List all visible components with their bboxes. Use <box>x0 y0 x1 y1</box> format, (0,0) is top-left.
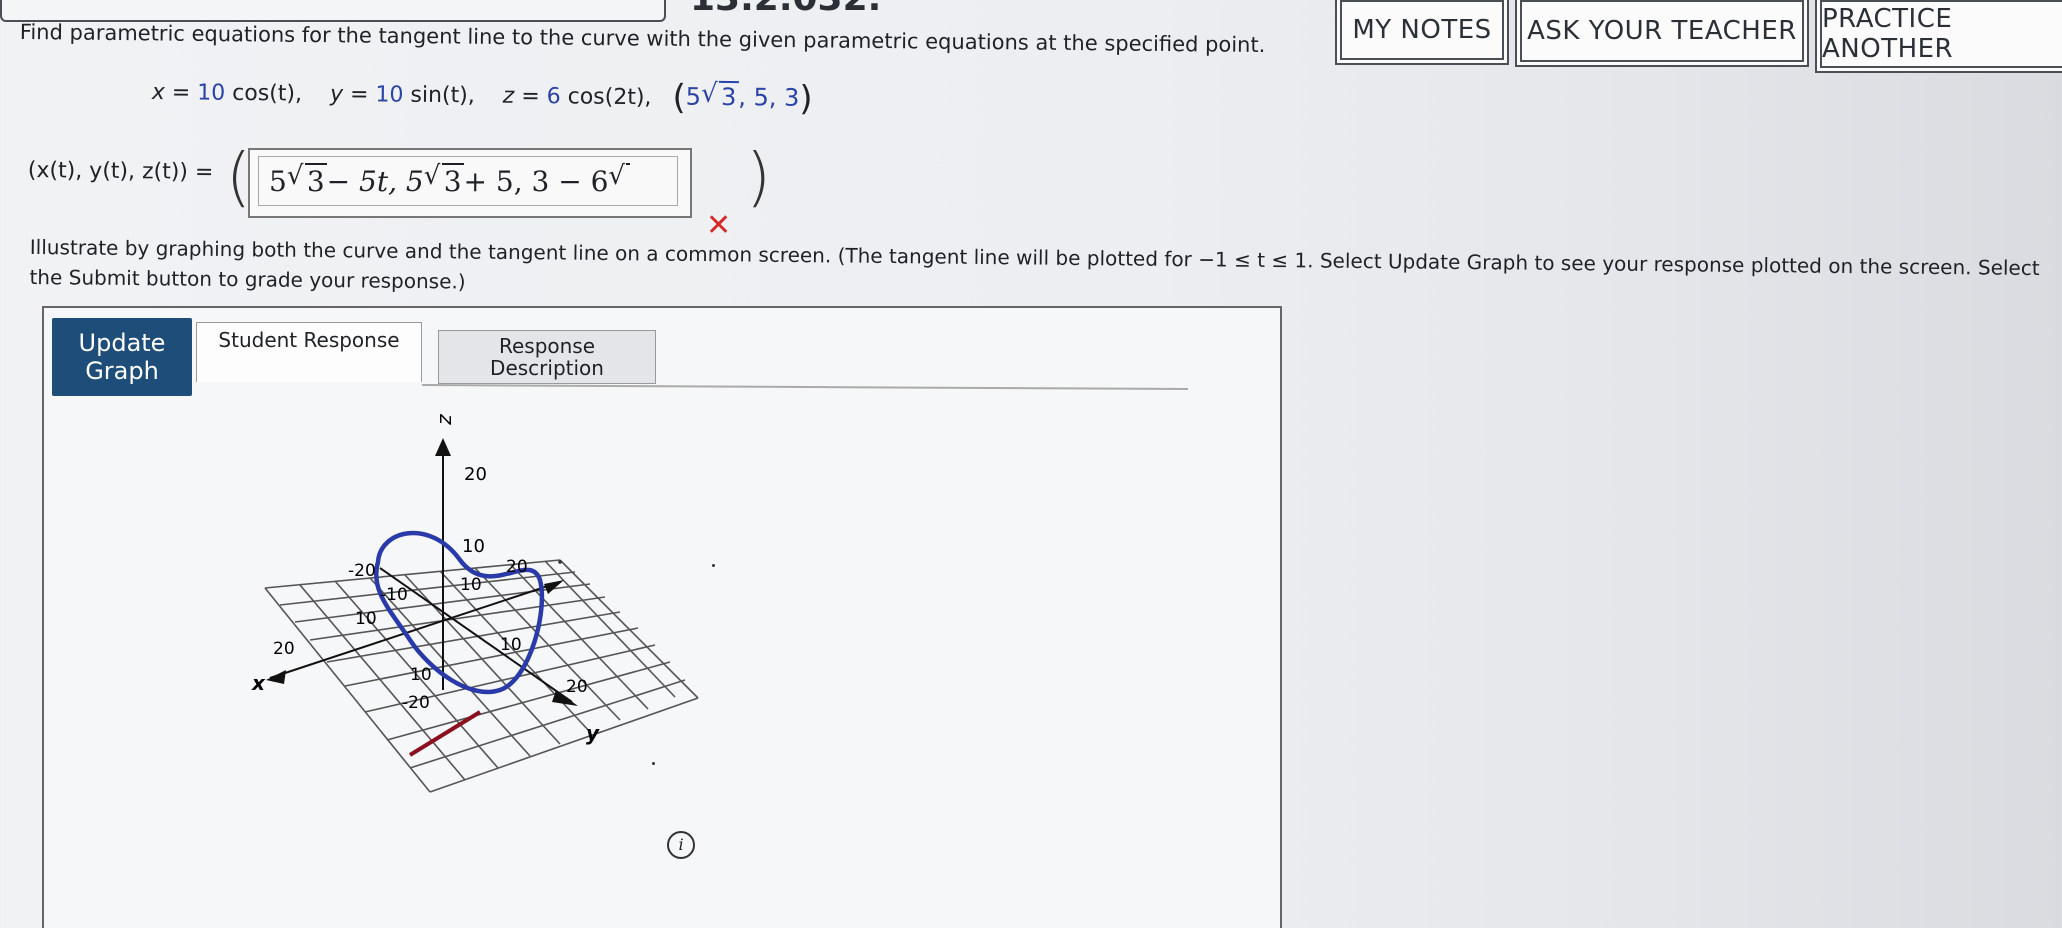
marker-dot <box>712 564 715 567</box>
z-axis-arrow <box>435 438 451 456</box>
marker-dot <box>652 762 655 765</box>
grid-tick: 10 <box>460 575 482 595</box>
z-tick: 20 <box>464 464 487 485</box>
y-axis-label: y <box>586 721 600 745</box>
problem-number: 13.2.032. <box>690 0 881 19</box>
grid-dot <box>558 560 562 564</box>
eq-z: z = 6 cos(2t), <box>502 83 652 111</box>
answer-input-frame: 53 − 5t, 53 + 5, 3 − 6 <box>248 148 692 218</box>
grid-tick: 20 <box>273 639 295 659</box>
grid-tick: -10 <box>380 585 408 605</box>
eq-y: y = 10 sin(t), <box>329 81 475 109</box>
z-tick: 10 <box>462 536 485 557</box>
grid-tick: 20 <box>506 557 528 577</box>
my-notes-button[interactable]: MY NOTES <box>1340 0 1504 60</box>
tab-student-response[interactable]: Student Response <box>196 322 422 382</box>
update-graph-button[interactable]: Update Graph <box>52 318 192 396</box>
grid-tick: -20 <box>402 693 430 713</box>
grid-tick: 10 <box>410 665 432 685</box>
close-paren: ) <box>746 141 771 215</box>
graph-canvas[interactable]: z x y 20 10 -20 -10 10 20 20 10 10 -20 1… <box>230 400 710 820</box>
answer-label: (x(t), y(t), z(t)) = <box>27 158 214 185</box>
info-icon[interactable]: i <box>667 831 695 859</box>
x-axis-label: x <box>251 671 266 695</box>
x-axis-arrow <box>266 670 286 684</box>
given-point: (53, 5, 3) <box>672 77 813 118</box>
incorrect-icon: ✕ <box>706 208 732 243</box>
answer-input[interactable]: 53 − 5t, 53 + 5, 3 − 6 <box>258 156 678 206</box>
z-axis-label: z <box>435 413 459 425</box>
practice-another-button[interactable]: PRACTICE ANOTHER <box>1820 0 2062 68</box>
ask-teacher-button[interactable]: ASK YOUR TEACHER <box>1520 0 1804 62</box>
given-equations: x = 10 cos(t), y = 10 sin(t), z = 6 cos(… <box>151 72 813 118</box>
graph-instructions: Illustrate by graphing both the curve an… <box>29 234 2040 294</box>
eq-x: x = 10 cos(t), <box>151 79 303 107</box>
tab-response-description[interactable]: Response Description <box>438 330 656 384</box>
answer-region-frame <box>0 0 666 22</box>
grid-tick: 20 <box>566 677 588 697</box>
problem-prompt: Find parametric equations for the tangen… <box>19 20 1266 58</box>
grid-tick: 10 <box>355 609 377 629</box>
grid-tick: -20 <box>348 561 376 581</box>
grid-tick: 10 <box>500 635 522 655</box>
